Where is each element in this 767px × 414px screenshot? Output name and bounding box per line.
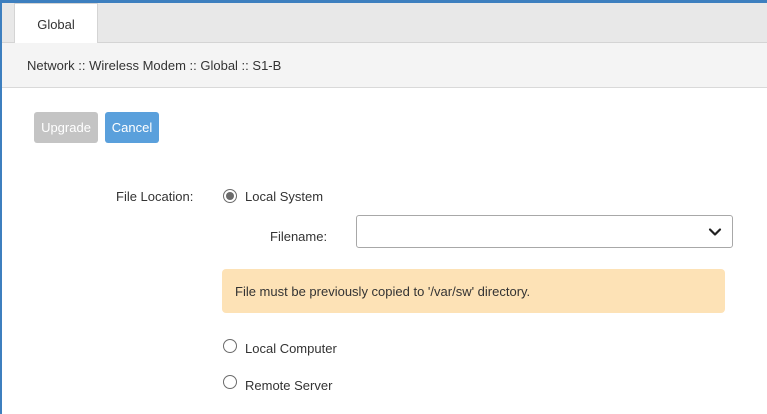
local-system-radio[interactable] bbox=[223, 189, 237, 203]
local-computer-label[interactable]: Local Computer bbox=[245, 341, 337, 356]
filename-select[interactable] bbox=[356, 215, 733, 248]
tab-bar: Global bbox=[2, 3, 767, 44]
chevron-down-icon bbox=[708, 228, 722, 236]
breadcrumb: Network :: Wireless Modem :: Global :: S… bbox=[2, 43, 767, 88]
local-computer-radio[interactable] bbox=[223, 339, 237, 353]
breadcrumb-text: Network :: Wireless Modem :: Global :: S… bbox=[27, 57, 282, 73]
remote-server-label[interactable]: Remote Server bbox=[245, 378, 332, 393]
cancel-button[interactable]: Cancel bbox=[105, 112, 159, 143]
warning-alert: File must be previously copied to '/var/… bbox=[222, 269, 725, 313]
upgrade-button[interactable]: Upgrade bbox=[34, 112, 98, 143]
file-location-label: File Location: bbox=[116, 189, 194, 204]
tab-global[interactable]: Global bbox=[14, 3, 98, 44]
remote-server-radio[interactable] bbox=[223, 375, 237, 389]
alert-text: File must be previously copied to '/var/… bbox=[235, 283, 531, 299]
filename-label: Filename: bbox=[270, 229, 328, 244]
local-system-label[interactable]: Local System bbox=[245, 189, 323, 204]
